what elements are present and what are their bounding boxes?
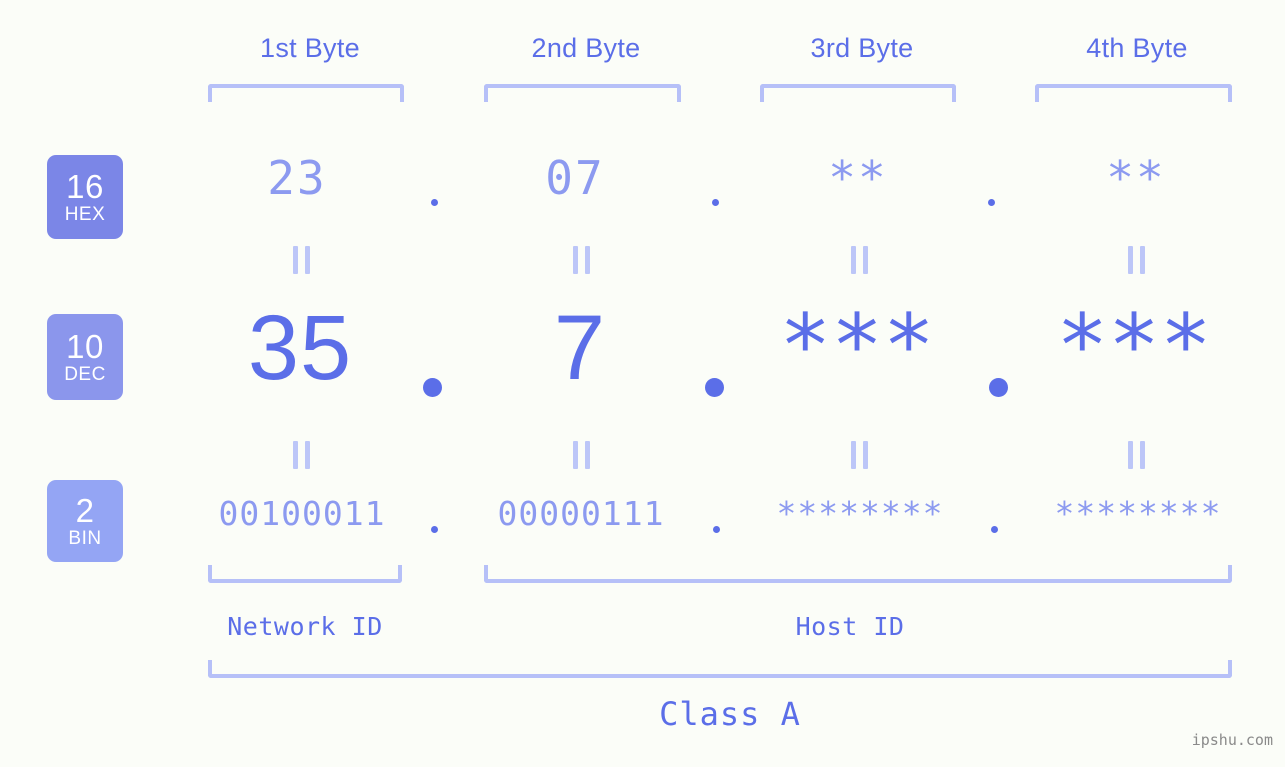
ip-breakdown-diagram: 1st Byte 2nd Byte 3rd Byte 4th Byte 16 H… [0,0,1285,767]
equals-connector-dec-bin-3 [846,441,872,469]
equals-connector-hex-dec-3 [846,246,872,274]
hex-byte-4: ** [1106,151,1166,205]
class-bracket [208,660,1232,678]
base-badge-dec-name: DEC [64,364,106,385]
byte-header-2: 2nd Byte [531,33,641,63]
base-badge-dec-number: 10 [66,328,104,365]
hex-byte-2: 07 [545,151,605,205]
dec-separator-dot-2 [705,378,724,397]
dec-separator-dot-1 [423,378,442,397]
dec-byte-3: *** [779,296,935,396]
dec-separator-dot-3 [989,378,1008,397]
site-watermark: ipshu.com [1191,731,1273,749]
base-badge-hex-number: 16 [66,168,104,205]
hex-separator-dot-1 [431,199,438,206]
equals-connector-dec-bin-1 [288,441,314,469]
equals-connector-dec-bin-4 [1123,441,1149,469]
class-label: Class A [659,695,801,733]
bin-byte-2: 00000111 [497,494,665,533]
host-id-label: Host ID [795,612,905,641]
base-badge-bin[interactable]: 2 BIN [47,480,123,562]
dec-byte-4: *** [1056,296,1212,396]
base-badge-hex[interactable]: 16 HEX [47,155,123,239]
byte-header-3: 3rd Byte [810,33,914,63]
byte-header-4: 4th Byte [1086,33,1188,63]
equals-connector-hex-dec-4 [1123,246,1149,274]
bin-byte-3: ******** [776,494,944,533]
byte-bracket-3 [760,84,956,102]
equals-connector-hex-dec-1 [288,246,314,274]
hex-byte-3: ** [828,151,888,205]
dec-byte-1: 35 [247,297,353,399]
base-badge-bin-name: BIN [68,528,102,549]
bin-separator-dot-1 [431,526,438,533]
byte-header-1: 1st Byte [260,33,360,63]
hex-separator-dot-3 [988,199,995,206]
hex-separator-dot-2 [712,199,719,206]
base-badge-hex-name: HEX [64,204,106,225]
byte-bracket-4 [1035,84,1232,102]
dec-byte-2: 7 [553,297,607,399]
network-id-bracket [208,565,402,583]
bin-byte-1: 00100011 [218,494,386,533]
byte-bracket-2 [484,84,681,102]
byte-bracket-1 [208,84,404,102]
bin-byte-4: ******** [1054,494,1222,533]
hex-byte-1: 23 [267,151,327,205]
bin-separator-dot-2 [713,526,720,533]
network-id-label: Network ID [227,612,383,641]
host-id-bracket [484,565,1232,583]
equals-connector-dec-bin-2 [568,441,594,469]
bin-separator-dot-3 [991,526,998,533]
base-badge-dec[interactable]: 10 DEC [47,314,123,400]
equals-connector-hex-dec-2 [568,246,594,274]
base-badge-bin-number: 2 [75,492,95,529]
